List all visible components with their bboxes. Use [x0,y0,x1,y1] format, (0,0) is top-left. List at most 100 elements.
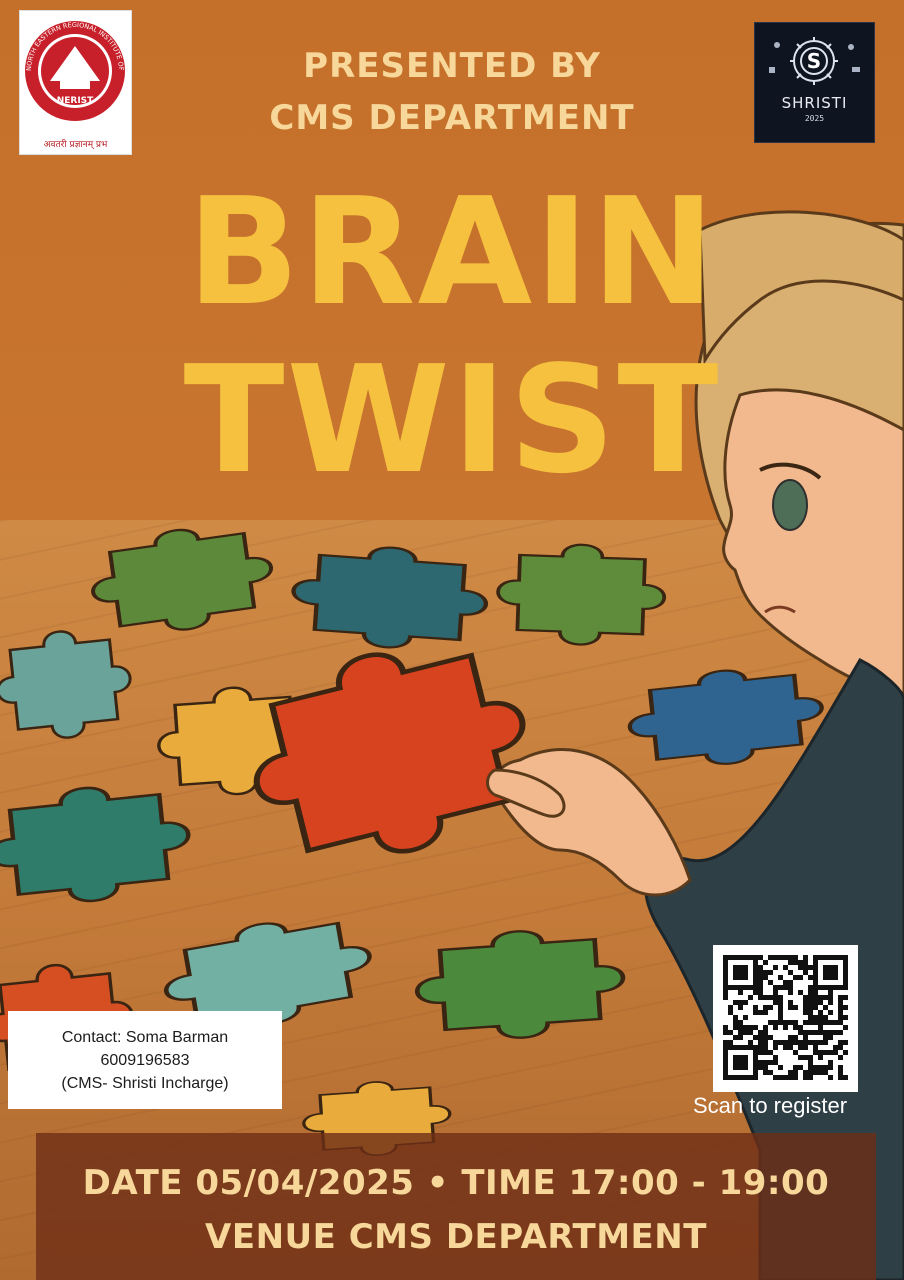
qr-module [738,1075,743,1080]
qr-module [773,955,778,960]
qr-module [793,1040,798,1045]
qr-module [793,1075,798,1080]
qr-module [808,985,813,990]
qr-module [758,1060,763,1065]
qr-module [738,1005,743,1010]
qr-module [743,1055,748,1060]
qr-module [728,1030,733,1035]
qr-module [778,1010,783,1015]
qr-module [738,1020,743,1025]
qr-module [728,1045,733,1050]
qr-module [743,970,748,975]
qr-module [813,985,818,990]
qr-module [748,1075,753,1080]
qr-module [813,1070,818,1075]
qr-module [763,1050,768,1055]
qr-module [733,965,738,970]
qr-module [793,1025,798,1030]
qr-module [738,975,743,980]
qr-module [788,1005,793,1010]
qr-module [798,965,803,970]
qr-module [753,990,758,995]
qr-module [808,1015,813,1020]
qr-module [843,980,848,985]
qr-module [768,1050,773,1055]
qr-module [778,975,783,980]
qr-module [818,1025,823,1030]
qr-module [743,965,748,970]
qr-module [773,1045,778,1050]
qr-module [843,970,848,975]
logo-letter: S [807,49,821,73]
qr-module [758,1065,763,1070]
qr-module [733,1075,738,1080]
qr-module [773,1000,778,1005]
qr-module [733,1000,738,1005]
qr-module [758,955,763,960]
qr-code[interactable] [713,945,858,1092]
qr-module [843,995,848,1000]
qr-module [818,1010,823,1015]
qr-module [758,1045,763,1050]
qr-module [803,955,808,960]
qr-module [733,1045,738,1050]
contact-name: Contact: Soma Barman [61,1029,229,1046]
qr-module [723,955,728,960]
qr-module [818,1065,823,1070]
qr-module [828,1000,833,1005]
qr-module [723,960,728,965]
qr-module [833,1020,838,1025]
qr-module [798,960,803,965]
qr-module [738,990,743,995]
qr-module [773,995,778,1000]
qr-module [803,960,808,965]
qr-module [768,955,773,960]
qr-module [798,1030,803,1035]
qr-module [753,955,758,960]
qr-module [743,1030,748,1035]
qr-module [823,1040,828,1045]
qr-module [723,1045,728,1050]
qr-module [758,1010,763,1015]
qr-module [763,970,768,975]
qr-module [818,1020,823,1025]
qr-module [743,1065,748,1070]
qr-module [803,1040,808,1045]
qr-module [773,990,778,995]
qr-module [783,965,788,970]
qr-module [823,1035,828,1040]
qr-module [763,1060,768,1065]
qr-module [838,955,843,960]
qr-module [813,1005,818,1010]
logo-year: 2025 [804,114,825,123]
qr-module [763,975,768,980]
qr-module [738,985,743,990]
qr-module [738,1000,743,1005]
qr-module [773,1020,778,1025]
qr-module [808,1010,813,1015]
logo-wordmark: SHRISTI [781,94,848,112]
qr-module [833,965,838,970]
qr-module [828,1075,833,1080]
qr-module [843,1040,848,1045]
qr-module [753,1065,758,1070]
qr-module [798,1040,803,1045]
qr-module [753,1005,758,1010]
qr-module [723,1030,728,1035]
qr-module [813,995,818,1000]
qr-module [808,1075,813,1080]
qr-module [763,1045,768,1050]
qr-module [788,960,793,965]
qr-module [813,955,818,960]
qr-module [738,1065,743,1070]
gear-icon: S [769,37,860,85]
qr-module [788,985,793,990]
qr-module [818,1030,823,1035]
qr-module [723,1075,728,1080]
qr-module [753,960,758,965]
qr-module [833,975,838,980]
qr-module [723,1025,728,1030]
qr-module [723,1065,728,1070]
qr-module [828,1010,833,1015]
qr-module [838,1045,843,1050]
